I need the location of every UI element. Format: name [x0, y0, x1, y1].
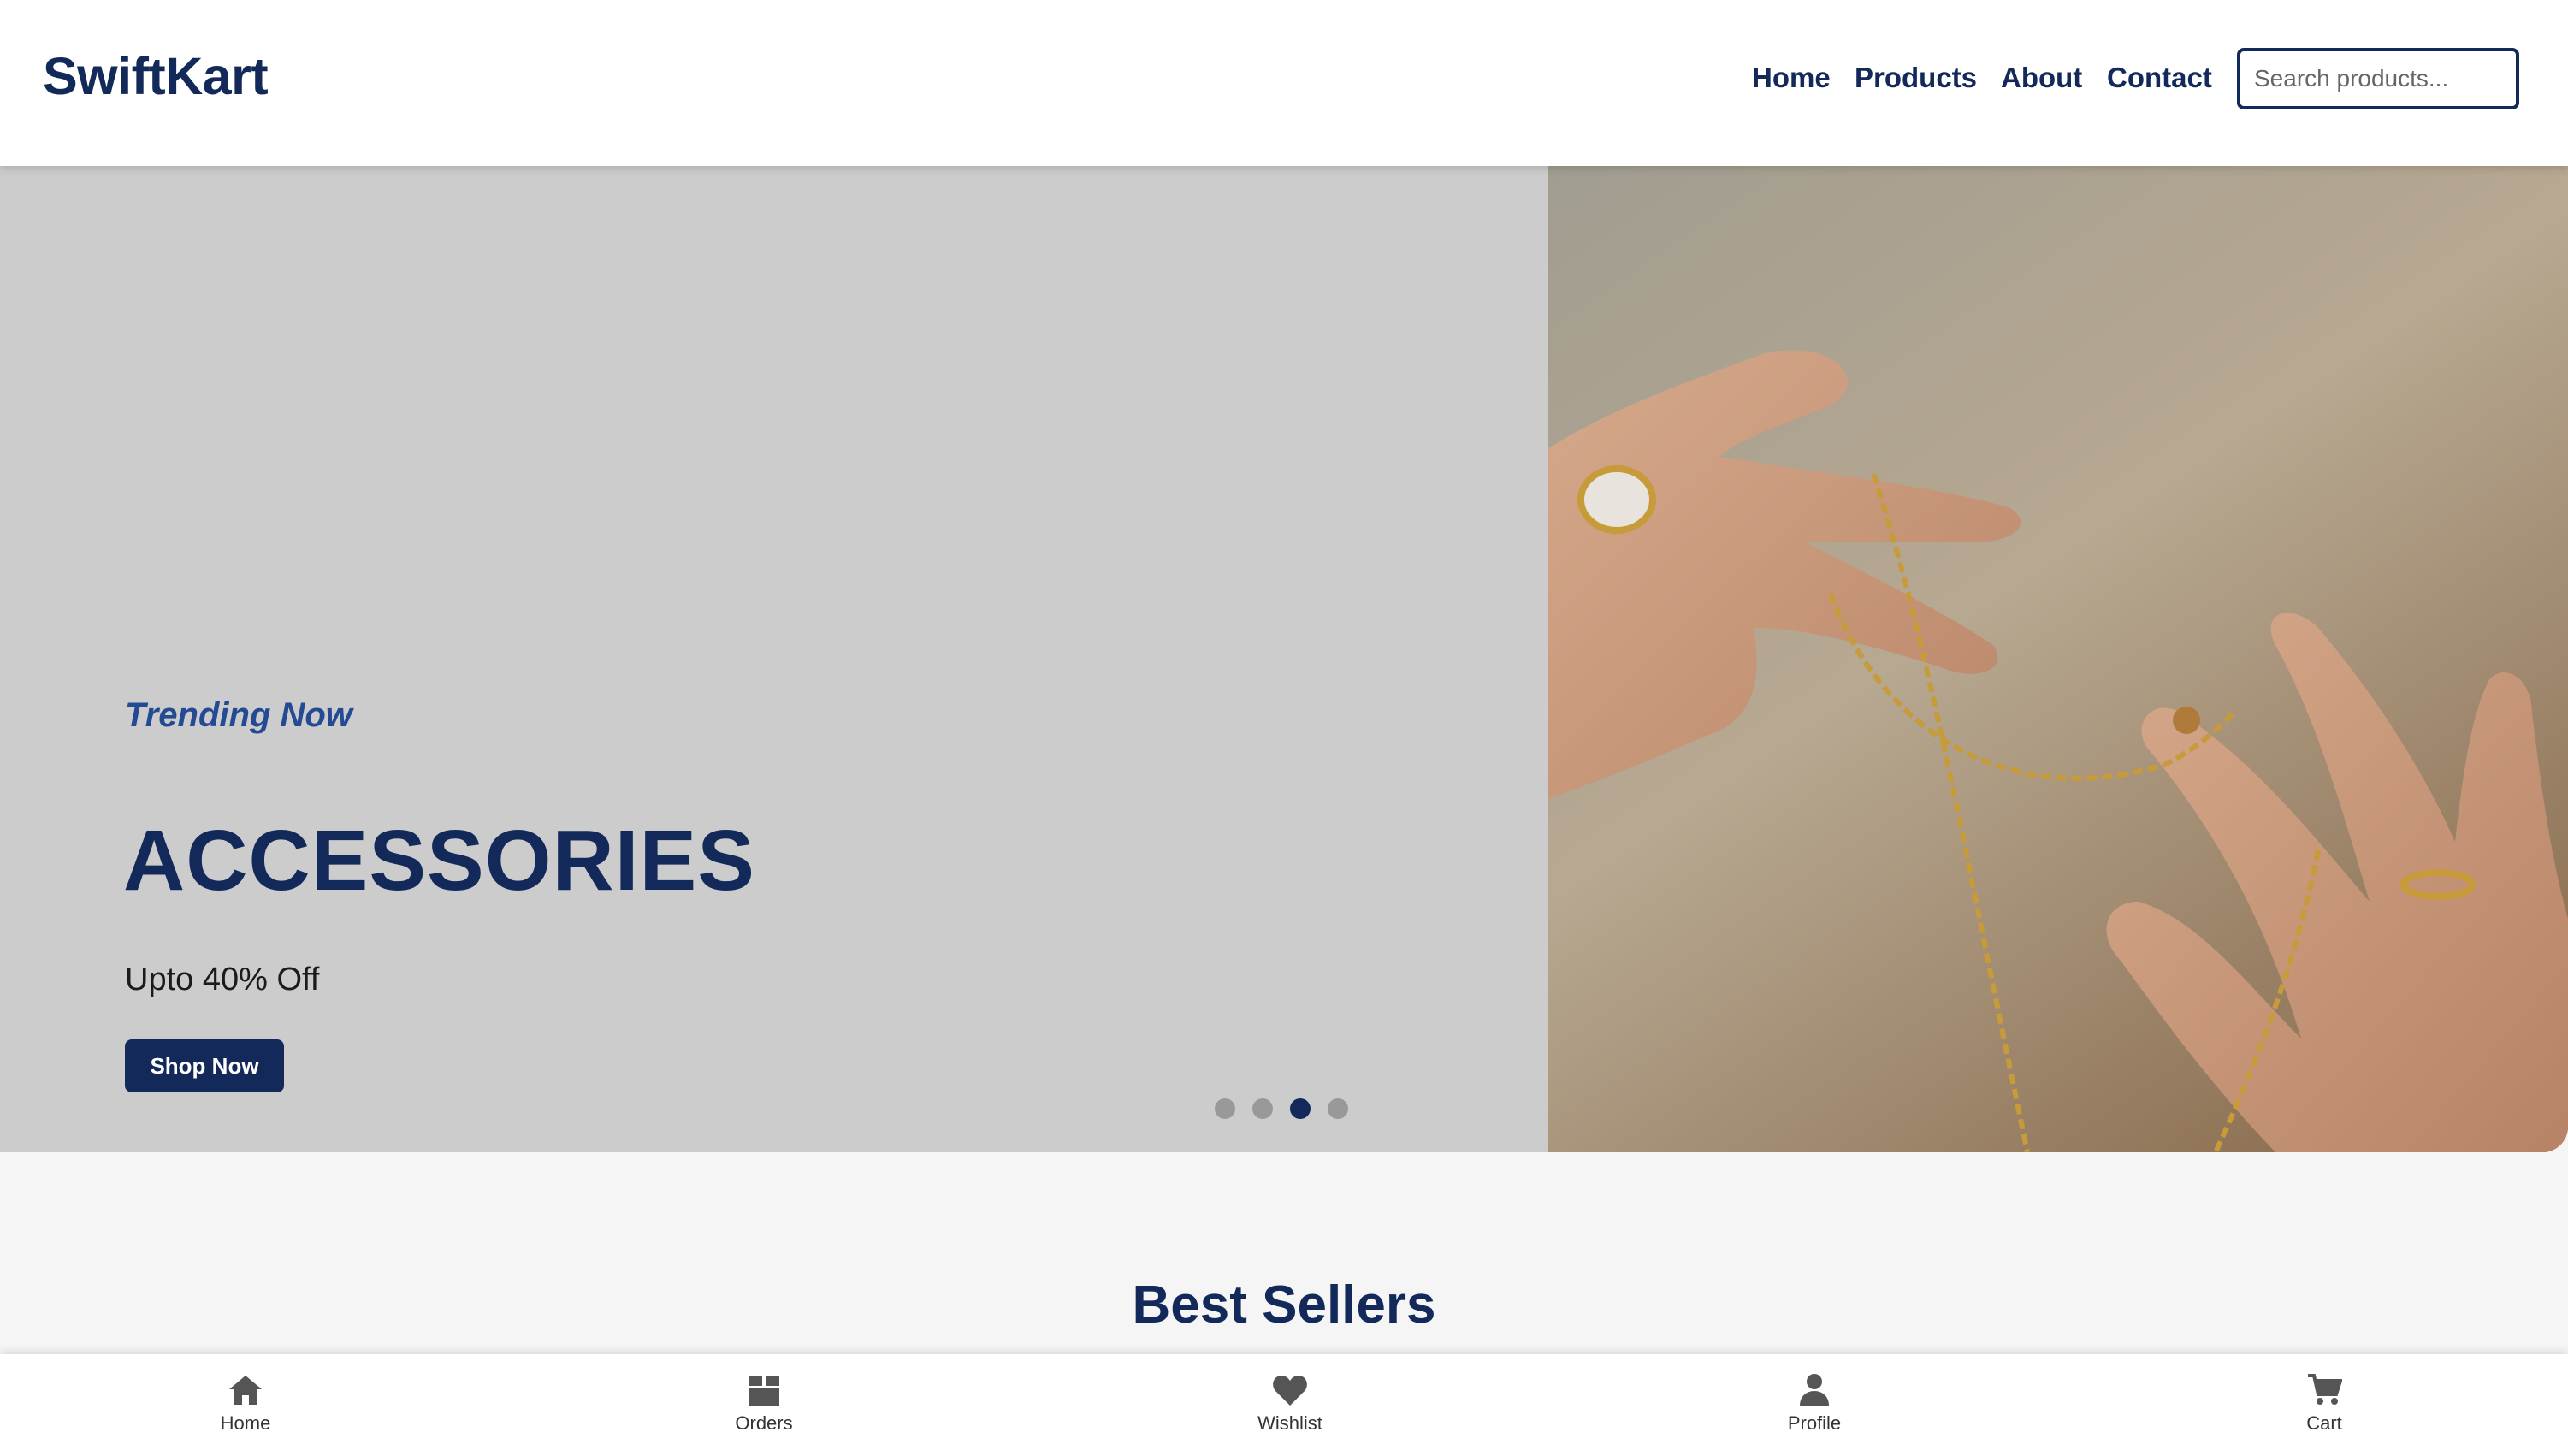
- hero-image: [1548, 166, 2568, 1152]
- bottom-nav-wishlist-label: Wishlist: [1257, 1412, 1322, 1434]
- hero-photo-illustration: [1548, 166, 2568, 1152]
- shop-now-button[interactable]: Shop Now: [125, 1039, 284, 1092]
- carousel-dot-1[interactable]: [1215, 1098, 1235, 1119]
- search-input[interactable]: [2237, 48, 2519, 109]
- hero-subtitle: Upto 40% Off: [125, 962, 320, 997]
- nav-link-about[interactable]: About: [2001, 62, 2082, 94]
- bottom-nav-orders-label: Orders: [735, 1412, 793, 1434]
- hero-banner: Trending Now ACCESSORIES Upto 40% Off Sh…: [0, 166, 2568, 1152]
- carousel-dot-2[interactable]: [1252, 1098, 1273, 1119]
- user-icon: [1800, 1374, 1829, 1406]
- site-header: SwiftKart Home Products About Contact: [0, 0, 2568, 166]
- carousel-dot-4[interactable]: [1328, 1098, 1348, 1119]
- bottom-nav-wishlist[interactable]: Wishlist: [1204, 1373, 1376, 1435]
- box-icon: [749, 1376, 779, 1406]
- logo[interactable]: SwiftKart: [43, 46, 269, 106]
- hero-text-panel: [0, 166, 1548, 1152]
- bottom-nav-home[interactable]: Home: [160, 1373, 331, 1435]
- heart-icon: [1273, 1376, 1307, 1406]
- cart-icon: [2308, 1374, 2342, 1405]
- bottom-nav: Home Orders Wishlist Profile Cart: [0, 1354, 2568, 1456]
- hero-eyebrow: Trending Now: [125, 696, 352, 734]
- bottom-nav-orders[interactable]: Orders: [678, 1373, 849, 1435]
- bottom-nav-cart[interactable]: Cart: [2239, 1373, 2410, 1435]
- hero-title: ACCESSORIES: [123, 813, 755, 909]
- home-icon: [229, 1376, 262, 1405]
- carousel-dot-3-active[interactable]: [1290, 1098, 1311, 1119]
- bottom-nav-cart-label: Cart: [2306, 1412, 2342, 1434]
- nav-link-products[interactable]: Products: [1855, 62, 1977, 94]
- section-title-best-sellers: Best Sellers: [1132, 1275, 1436, 1335]
- bottom-nav-home-label: Home: [220, 1412, 271, 1434]
- nav-link-contact[interactable]: Contact: [2107, 62, 2212, 94]
- nav-link-home[interactable]: Home: [1752, 62, 1831, 94]
- bottom-nav-profile[interactable]: Profile: [1729, 1373, 1900, 1435]
- bottom-nav-profile-label: Profile: [1787, 1412, 1842, 1434]
